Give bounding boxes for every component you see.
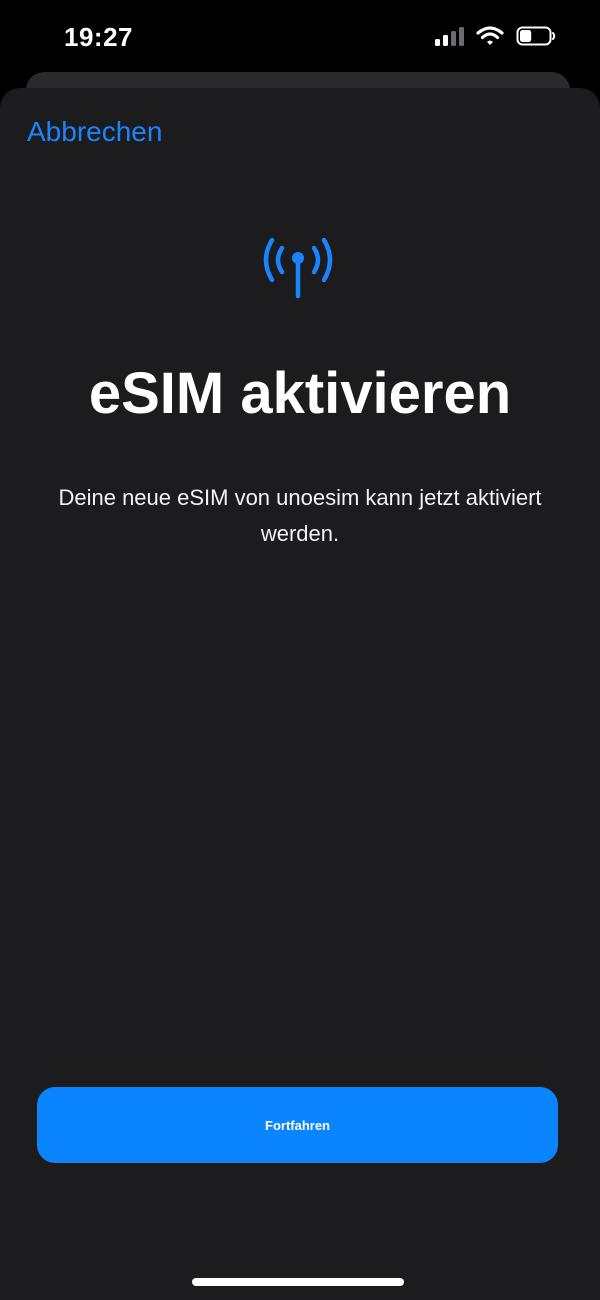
status-bar: 19:27 <box>0 0 600 80</box>
home-indicator[interactable] <box>192 1278 404 1286</box>
screen: 19:27 Abbrechen eSIM aktivieren Deine ne… <box>0 0 600 1300</box>
cellular-signal-icon <box>435 26 464 46</box>
battery-icon <box>516 26 556 46</box>
continue-button[interactable]: Fortfahren <box>37 1087 558 1163</box>
status-time: 19:27 <box>64 22 133 52</box>
status-icons <box>435 26 556 46</box>
activation-description: Deine neue eSIM von unoesim kann jetzt a… <box>58 485 542 546</box>
cancel-button[interactable]: Abbrechen <box>27 116 162 148</box>
page-title: eSIM aktivieren <box>88 361 512 426</box>
wifi-icon <box>476 26 504 46</box>
antenna-icon <box>258 230 338 300</box>
esim-activation-sheet: Abbrechen eSIM aktivieren Deine neue eSI… <box>0 88 600 1300</box>
